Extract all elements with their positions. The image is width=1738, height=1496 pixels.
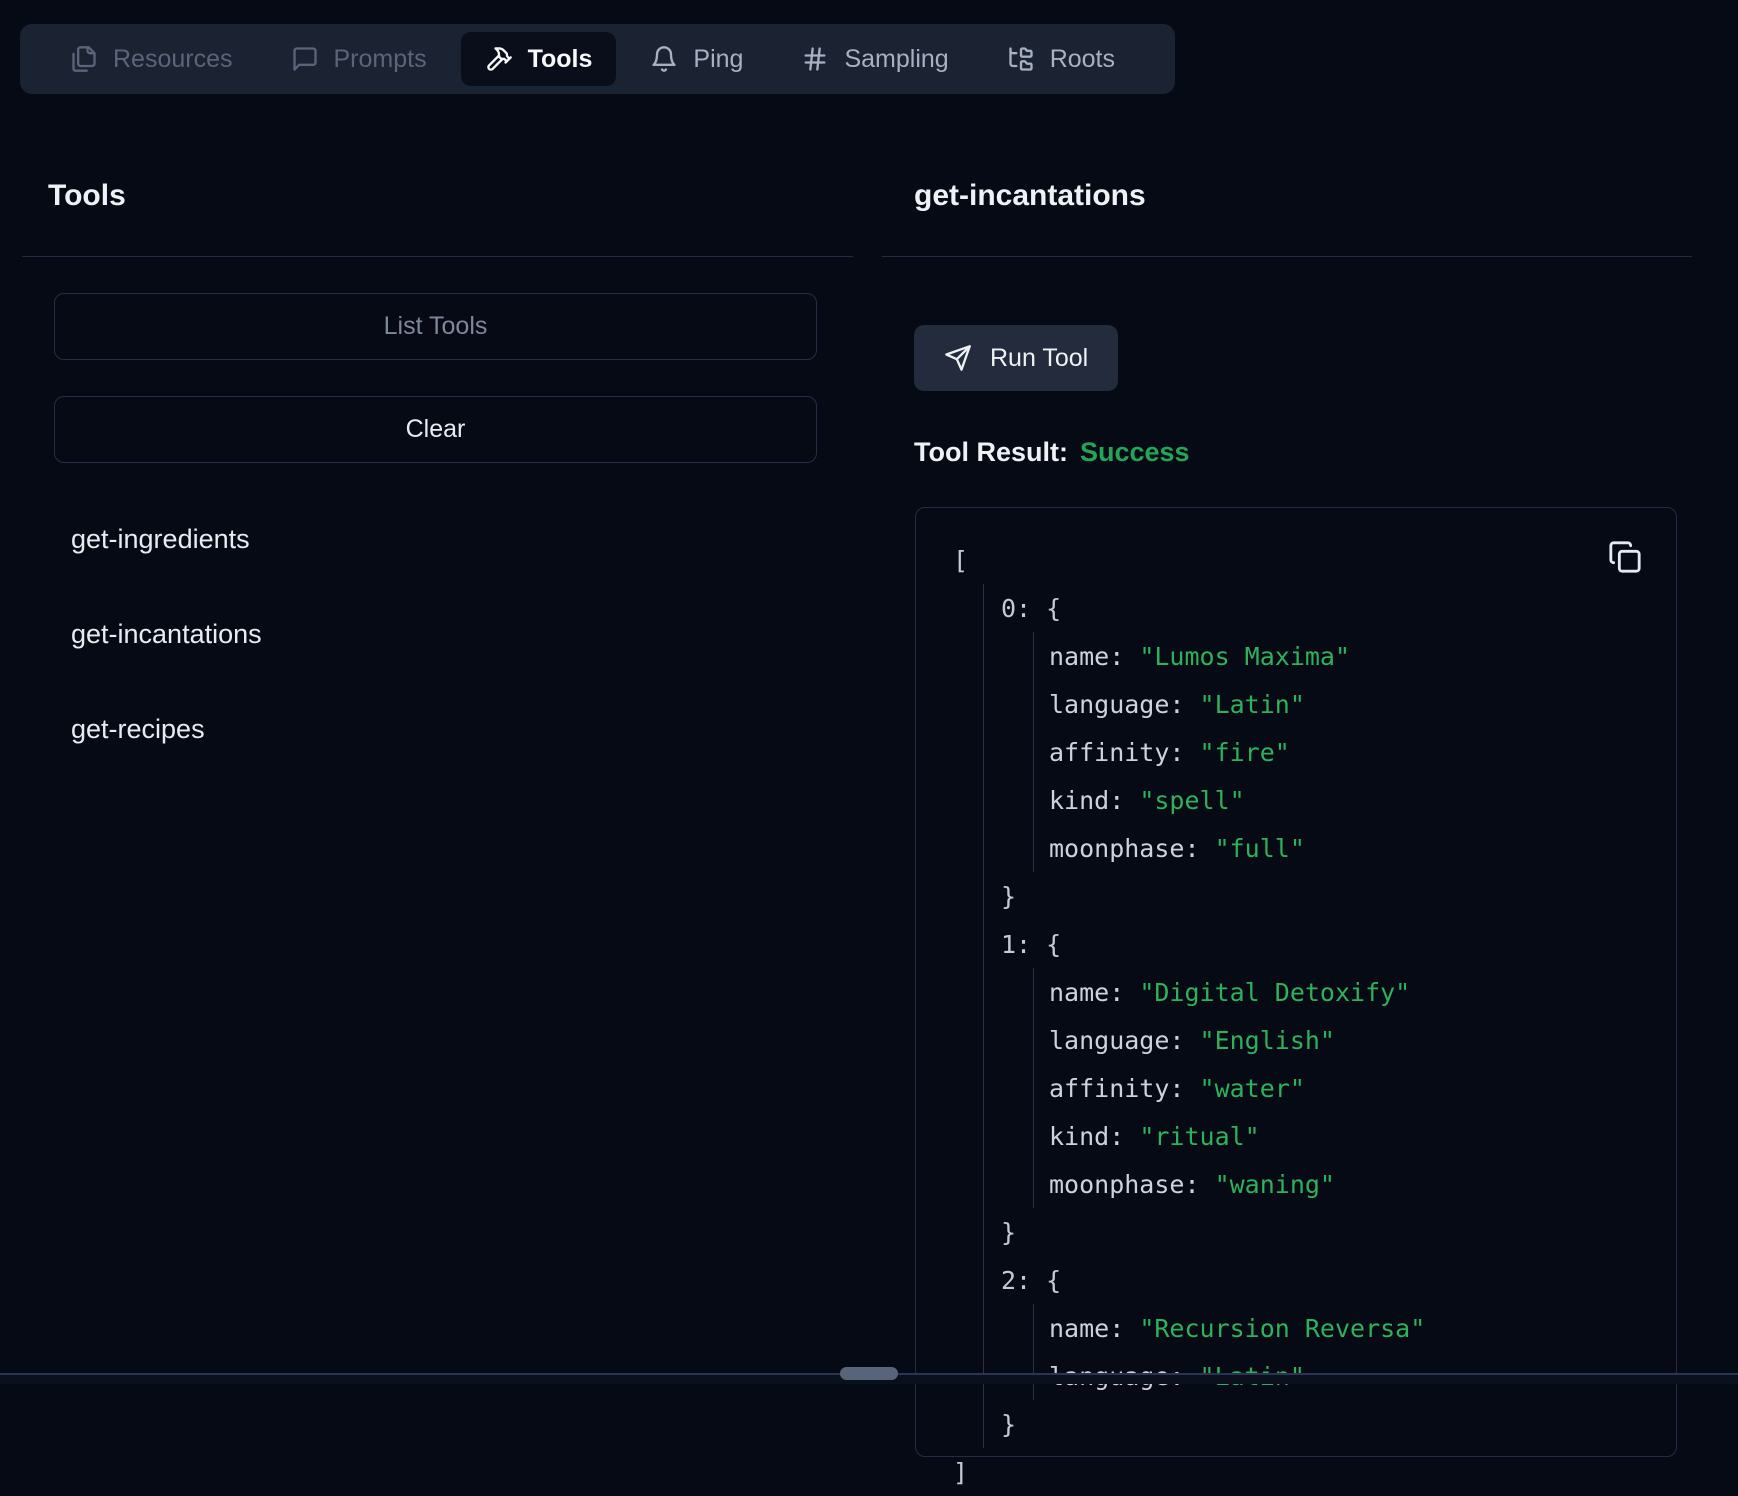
folder-tree-icon: [1007, 45, 1035, 73]
top-nav: Resources Prompts Tools Ping Sampling Roots: [20, 24, 1175, 94]
json-line: language: "English": [1049, 1016, 1646, 1064]
json-line: moonphase: "full": [1049, 824, 1646, 872]
json-line: 1: {: [1001, 920, 1646, 968]
hash-icon: [801, 45, 829, 73]
json-line: kind: "ritual": [1049, 1112, 1646, 1160]
tools-panel-divider: [22, 256, 853, 257]
tab-label: Roots: [1050, 45, 1115, 74]
tab-ping[interactable]: Ping: [626, 32, 767, 86]
message-square-icon: [291, 45, 319, 73]
run-tool-button[interactable]: Run Tool: [914, 325, 1118, 391]
tab-prompts[interactable]: Prompts: [267, 32, 451, 86]
json-line: }: [1001, 1208, 1646, 1256]
tool-result-status: Success: [1080, 437, 1190, 467]
tool-list-item[interactable]: get-ingredients: [22, 507, 853, 571]
json-result-viewer: [0: {name: "Lumos Maxima"language: "Lati…: [915, 507, 1677, 1457]
bell-icon: [650, 45, 678, 73]
tool-list-item[interactable]: get-recipes: [22, 697, 853, 761]
selected-tool-title: get-incantations: [882, 178, 1692, 214]
tab-label: Resources: [113, 45, 233, 74]
tool-detail-panel: get-incantations Run Tool Tool Result: Su…: [882, 94, 1692, 1457]
tool-list-item[interactable]: get-incantations: [22, 602, 853, 666]
json-tree: [0: {name: "Lumos Maxima"language: "Lati…: [953, 536, 1646, 1496]
tool-result-line: Tool Result: Success: [914, 437, 1692, 468]
tool-detail-divider: [882, 256, 1692, 257]
tool-list: get-ingredients get-incantations get-recip…: [22, 507, 853, 761]
json-line: moonphase: "waning": [1049, 1160, 1646, 1208]
json-line: name: "Lumos Maxima": [1049, 632, 1646, 680]
tab-label: Tools: [528, 45, 593, 74]
tool-result-label: Tool Result:: [914, 437, 1068, 467]
json-line: name: "Digital Detoxify": [1049, 968, 1646, 1016]
tools-panel: Tools List Tools Clear get-ingredientsge…: [22, 94, 853, 792]
bottom-panel-bar: [0, 1373, 1738, 1384]
copy-icon[interactable]: [1607, 540, 1643, 576]
hammer-icon: [485, 45, 513, 73]
json-line: 2: {: [1001, 1256, 1646, 1304]
tab-label: Ping: [693, 45, 743, 74]
json-line: [: [953, 536, 1646, 584]
tools-panel-title: Tools: [22, 178, 853, 214]
json-line: }: [1001, 872, 1646, 920]
tab-roots[interactable]: Roots: [983, 32, 1139, 86]
json-line: 0: {: [1001, 584, 1646, 632]
json-line: affinity: "water": [1049, 1064, 1646, 1112]
tab-label: Sampling: [844, 45, 948, 74]
run-tool-label: Run Tool: [990, 344, 1088, 373]
json-line: kind: "spell": [1049, 776, 1646, 824]
tab-label: Prompts: [334, 45, 427, 74]
json-line: name: "Recursion Reversa": [1049, 1304, 1646, 1352]
clear-button[interactable]: Clear: [54, 396, 817, 463]
json-line: ]: [953, 1448, 1646, 1496]
json-line: language: "Latin": [1049, 680, 1646, 728]
tab-resources[interactable]: Resources: [46, 32, 257, 86]
send-icon: [944, 344, 972, 372]
bottom-resize-handle[interactable]: [840, 1367, 898, 1380]
list-tools-button[interactable]: List Tools: [54, 293, 817, 360]
tab-tools[interactable]: Tools: [461, 32, 617, 86]
tab-sampling[interactable]: Sampling: [777, 32, 972, 86]
json-line: affinity: "fire": [1049, 728, 1646, 776]
files-icon: [70, 45, 98, 73]
json-line: }: [1001, 1400, 1646, 1448]
